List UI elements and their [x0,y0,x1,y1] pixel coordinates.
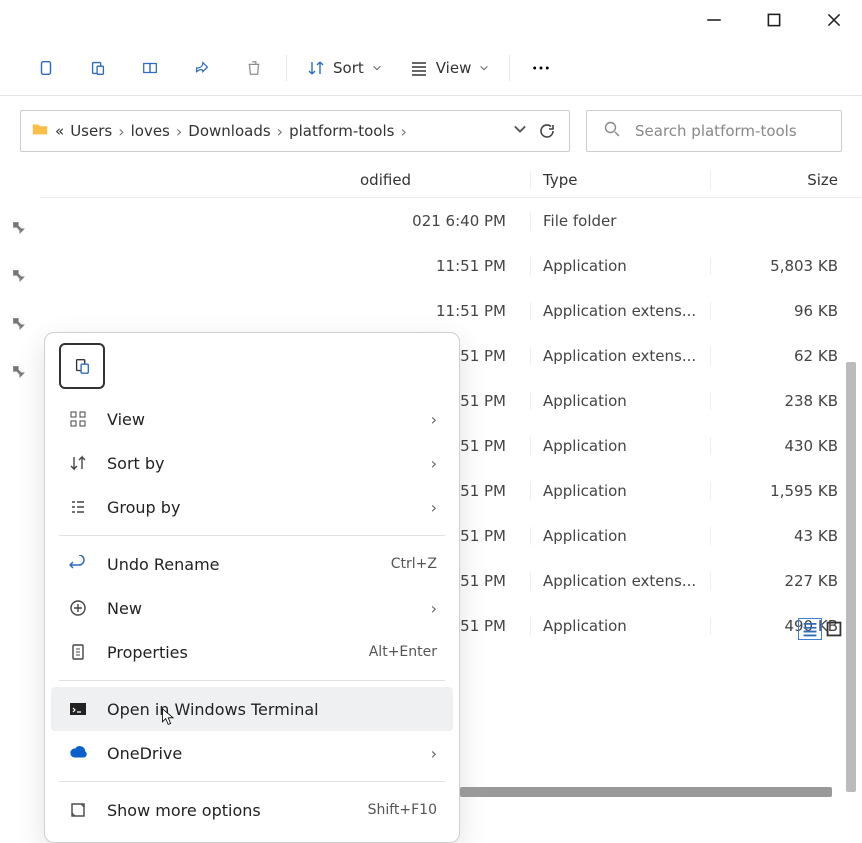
chevron-right-icon: › [431,410,437,429]
menu-item-sort-by[interactable]: Sort by› [51,441,453,485]
horizontal-scrollbar[interactable] [460,787,832,797]
search-input[interactable] [635,122,829,140]
breadcrumb-dropdown[interactable] [511,120,529,142]
context-menu: View›Sort by›Group by› Undo RenameCtrl+ZN… [44,332,460,843]
paste-button[interactable] [59,343,105,389]
table-row[interactable]: 11:51 PMApplication5,803 KB [40,243,862,288]
menu-item-group-by[interactable]: Group by› [51,485,453,529]
delete-icon[interactable] [228,48,280,88]
copy-icon[interactable] [20,48,72,88]
share-icon[interactable] [176,48,228,88]
menu-item-properties[interactable]: PropertiesAlt+Enter [51,630,453,674]
sort-icon [67,454,89,472]
main: odified Type Size 021 6:40 PMFile folder… [0,162,862,648]
crumb-loves[interactable]: loves [131,122,170,140]
plus-icon [67,599,89,617]
sort-button[interactable]: Sort [293,48,396,88]
view-button[interactable]: View [396,48,504,88]
vertical-scrollbar[interactable] [846,362,856,792]
search-icon [603,120,621,142]
icons-view-button[interactable] [822,618,846,640]
folder-icon [31,120,49,142]
menu-item-view[interactable]: View› [51,397,453,441]
chevron-right-icon: › [431,744,437,763]
crumb-users[interactable]: Users [70,122,112,140]
menu-item-undo-rename[interactable]: Undo RenameCtrl+Z [51,542,453,586]
paste-icon[interactable] [72,48,124,88]
menu-item-new[interactable]: New› [51,586,453,630]
col-type[interactable]: Type [530,171,710,189]
chevron-right-icon: › [277,122,283,141]
pin-icon[interactable] [6,359,34,387]
prop-icon [67,643,89,661]
col-modified[interactable]: odified [360,171,530,189]
close-button[interactable] [818,4,850,36]
grid-icon [67,410,89,428]
breadcrumb[interactable]: « Users › loves › Downloads › platform-t… [20,110,570,152]
address-row: « Users › loves › Downloads › platform-t… [0,96,862,162]
view-label: View [436,59,472,77]
terminal-icon [67,700,89,718]
onedrive-icon [67,744,89,762]
pin-icon[interactable] [6,311,34,339]
chevron-right-icon: › [431,599,437,618]
title-bar [0,0,862,40]
pin-icon[interactable] [6,215,34,243]
maximize-button[interactable] [758,4,790,36]
toolbar: Sort View [0,40,862,96]
chevron-right-icon: › [431,454,437,473]
undo-icon [67,555,89,573]
nav-rail [0,162,40,648]
menu-item-show-more-options[interactable]: Show more optionsShift+F10 [51,788,453,832]
table-header[interactable]: odified Type Size [40,162,862,198]
table-row[interactable]: 021 6:40 PMFile folder [40,198,862,243]
chevron-right-icon: › [400,122,406,141]
col-size[interactable]: Size [710,171,862,189]
sort-label: Sort [333,59,364,77]
table-row[interactable]: 11:51 PMApplication extens...96 KB [40,288,862,333]
menu-item-onedrive[interactable]: OneDrive› [51,731,453,775]
rename-icon[interactable] [124,48,176,88]
refresh-button[interactable] [535,122,559,140]
view-toggle [798,618,846,640]
menu-item-open-in-windows-terminal[interactable]: Open in Windows Terminal [51,687,453,731]
more-button[interactable] [516,59,566,77]
minimize-button[interactable] [698,4,730,36]
chevron-right-icon: › [118,122,124,141]
chevron-right-icon: › [431,498,437,517]
details-view-button[interactable] [798,618,822,640]
crumb-platform-tools[interactable]: platform-tools [289,122,394,140]
crumb-downloads[interactable]: Downloads [188,122,270,140]
search-box[interactable] [586,110,842,152]
group-icon [67,498,89,516]
pin-icon[interactable] [6,263,34,291]
chevron-right-icon: › [176,122,182,141]
more-icon [67,801,89,819]
